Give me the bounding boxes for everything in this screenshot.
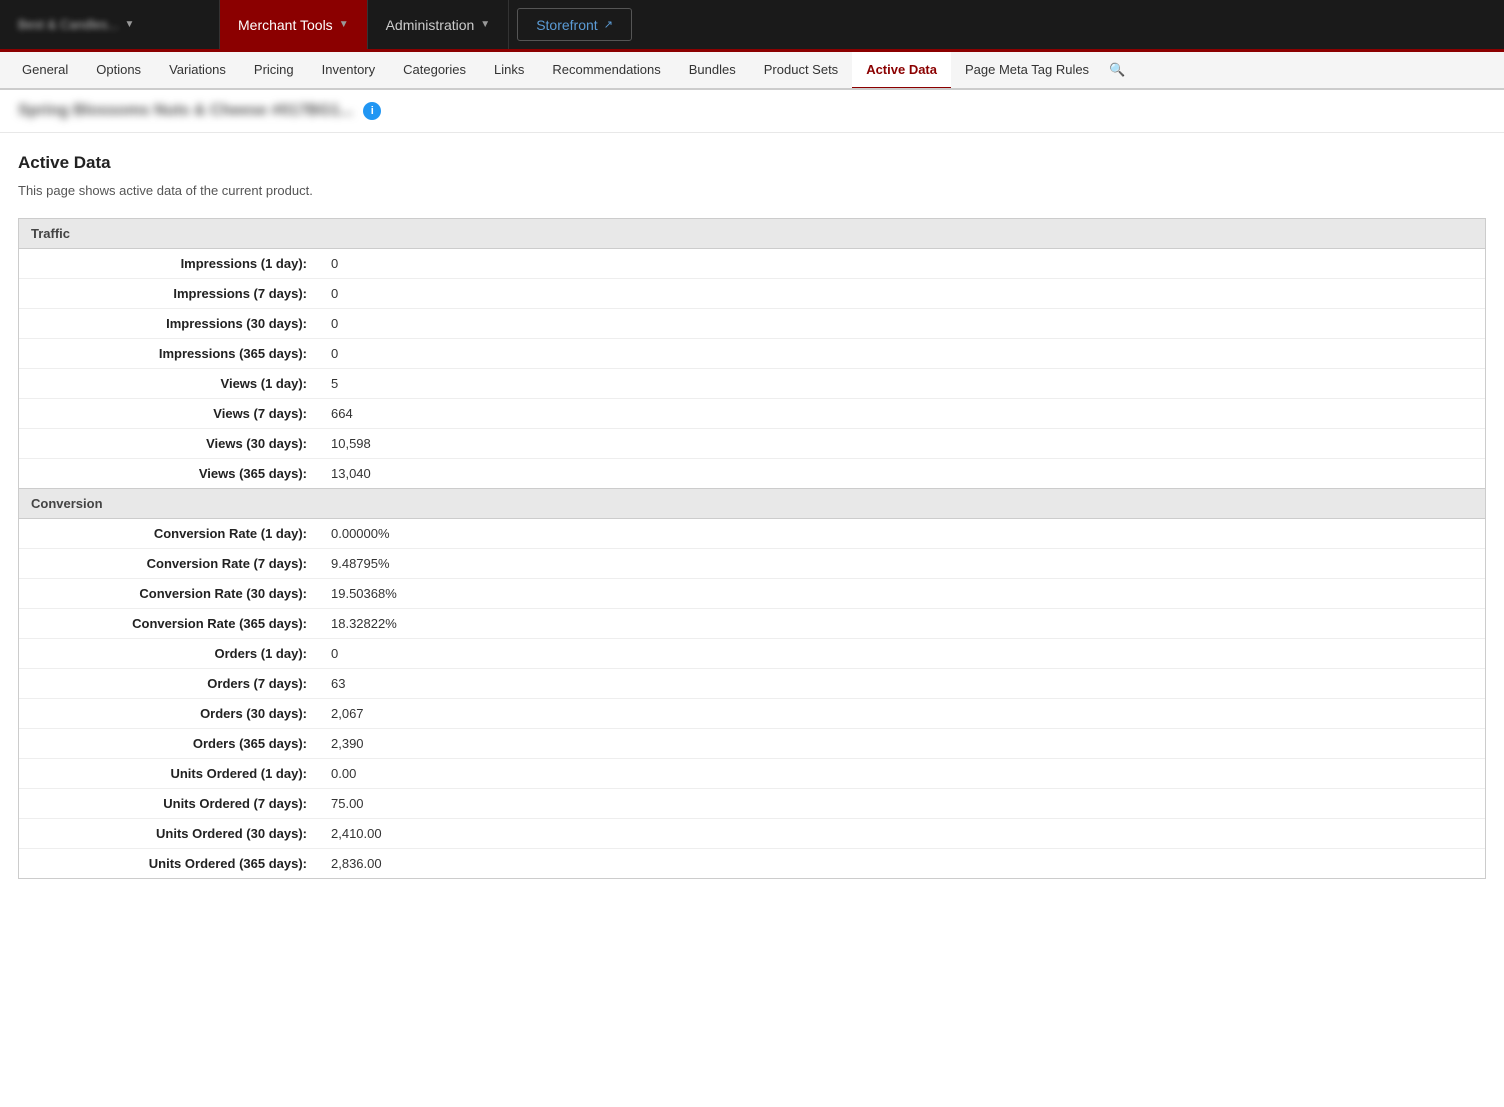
main-content: Active Data This page shows active data … bbox=[0, 133, 1504, 899]
table-row: Views (365 days): 13,040 bbox=[19, 459, 1485, 488]
table-row: Units Ordered (7 days): 75.00 bbox=[19, 789, 1485, 819]
storefront-nav[interactable]: Storefront ↗ bbox=[517, 8, 632, 41]
table-row: Impressions (30 days): 0 bbox=[19, 309, 1485, 339]
table-row: Orders (7 days): 63 bbox=[19, 669, 1485, 699]
conversion-rows: Conversion Rate (1 day): 0.00000% Conver… bbox=[19, 519, 1485, 878]
row-value: 0 bbox=[319, 309, 350, 338]
row-value: 2,390 bbox=[319, 729, 376, 758]
row-label: Orders (365 days): bbox=[19, 729, 319, 758]
row-value: 75.00 bbox=[319, 789, 376, 818]
tab-inventory[interactable]: Inventory bbox=[308, 52, 389, 90]
row-label: Impressions (365 days): bbox=[19, 339, 319, 368]
row-value: 0 bbox=[319, 249, 350, 278]
tab-pricing[interactable]: Pricing bbox=[240, 52, 308, 90]
table-row: Conversion Rate (1 day): 0.00000% bbox=[19, 519, 1485, 549]
site-selector[interactable]: Best & Candles... ▼ bbox=[0, 0, 220, 49]
page-title: Active Data bbox=[18, 153, 1486, 173]
product-title-bar: Spring Blossoms Nuts & Cheese #017BG1...… bbox=[0, 90, 1504, 133]
row-value: 2,067 bbox=[319, 699, 376, 728]
tab-product-sets[interactable]: Product Sets bbox=[750, 52, 852, 90]
table-row: Impressions (365 days): 0 bbox=[19, 339, 1485, 369]
row-label: Units Ordered (365 days): bbox=[19, 849, 319, 878]
row-label: Units Ordered (1 day): bbox=[19, 759, 319, 788]
row-value: 13,040 bbox=[319, 459, 383, 488]
table-row: Conversion Rate (365 days): 18.32822% bbox=[19, 609, 1485, 639]
row-value: 9.48795% bbox=[319, 549, 402, 578]
table-row: Orders (30 days): 2,067 bbox=[19, 699, 1485, 729]
administration-chevron: ▼ bbox=[480, 19, 490, 30]
page-description: This page shows active data of the curre… bbox=[18, 183, 1486, 198]
row-label: Orders (7 days): bbox=[19, 669, 319, 698]
row-value: 0 bbox=[319, 279, 350, 308]
top-navigation: Best & Candles... ▼ Merchant Tools ▼ Adm… bbox=[0, 0, 1504, 52]
administration-label: Administration bbox=[386, 17, 475, 33]
tab-recommendations[interactable]: Recommendations bbox=[538, 52, 674, 90]
row-value: 0.00 bbox=[319, 759, 368, 788]
tab-general[interactable]: General bbox=[8, 52, 82, 90]
table-row: Units Ordered (30 days): 2,410.00 bbox=[19, 819, 1485, 849]
tab-page-meta-tag-rules[interactable]: Page Meta Tag Rules bbox=[951, 52, 1103, 90]
table-row: Units Ordered (1 day): 0.00 bbox=[19, 759, 1485, 789]
administration-nav[interactable]: Administration ▼ bbox=[368, 0, 510, 49]
tab-categories[interactable]: Categories bbox=[389, 52, 480, 90]
row-value: 0.00000% bbox=[319, 519, 402, 548]
table-row: Conversion Rate (30 days): 19.50368% bbox=[19, 579, 1485, 609]
row-label: Impressions (1 day): bbox=[19, 249, 319, 278]
row-value: 664 bbox=[319, 399, 365, 428]
row-label: Views (30 days): bbox=[19, 429, 319, 458]
storefront-label: Storefront bbox=[536, 17, 597, 33]
traffic-rows: Impressions (1 day): 0 Impressions (7 da… bbox=[19, 249, 1485, 488]
table-row: Orders (365 days): 2,390 bbox=[19, 729, 1485, 759]
row-label: Views (1 day): bbox=[19, 369, 319, 398]
merchant-tools-label: Merchant Tools bbox=[238, 17, 333, 33]
traffic-section-header: Traffic bbox=[19, 219, 1485, 249]
row-label: Units Ordered (7 days): bbox=[19, 789, 319, 818]
product-name: Spring Blossoms Nuts & Cheese #017BG1... bbox=[18, 102, 353, 120]
row-label: Conversion Rate (30 days): bbox=[19, 579, 319, 608]
table-row: Views (7 days): 664 bbox=[19, 399, 1485, 429]
row-value: 2,410.00 bbox=[319, 819, 394, 848]
row-value: 2,836.00 bbox=[319, 849, 394, 878]
info-icon[interactable]: i bbox=[363, 102, 381, 120]
table-row: Conversion Rate (7 days): 9.48795% bbox=[19, 549, 1485, 579]
row-value: 18.32822% bbox=[319, 609, 409, 638]
site-selector-label: Best & Candles... bbox=[18, 17, 118, 32]
row-label: Conversion Rate (365 days): bbox=[19, 609, 319, 638]
tab-bundles[interactable]: Bundles bbox=[675, 52, 750, 90]
row-value: 19.50368% bbox=[319, 579, 409, 608]
row-label: Conversion Rate (7 days): bbox=[19, 549, 319, 578]
row-label: Impressions (30 days): bbox=[19, 309, 319, 338]
row-value: 63 bbox=[319, 669, 357, 698]
row-label: Impressions (7 days): bbox=[19, 279, 319, 308]
row-label: Views (7 days): bbox=[19, 399, 319, 428]
table-row: Units Ordered (365 days): 2,836.00 bbox=[19, 849, 1485, 878]
tab-navigation: General Options Variations Pricing Inven… bbox=[0, 52, 1504, 90]
site-selector-chevron: ▼ bbox=[124, 19, 134, 30]
merchant-tools-chevron: ▼ bbox=[339, 19, 349, 30]
row-value: 0 bbox=[319, 339, 350, 368]
table-row: Impressions (7 days): 0 bbox=[19, 279, 1485, 309]
table-row: Impressions (1 day): 0 bbox=[19, 249, 1485, 279]
conversion-section-header: Conversion bbox=[19, 489, 1485, 519]
row-label: Units Ordered (30 days): bbox=[19, 819, 319, 848]
row-value: 5 bbox=[319, 369, 350, 398]
traffic-section: Traffic Impressions (1 day): 0 Impressio… bbox=[18, 218, 1486, 489]
row-label: Orders (30 days): bbox=[19, 699, 319, 728]
tab-options[interactable]: Options bbox=[82, 52, 155, 90]
row-value: 10,598 bbox=[319, 429, 383, 458]
row-label: Conversion Rate (1 day): bbox=[19, 519, 319, 548]
tab-links[interactable]: Links bbox=[480, 52, 538, 90]
merchant-tools-nav[interactable]: Merchant Tools ▼ bbox=[220, 0, 368, 49]
row-value: 0 bbox=[319, 639, 350, 668]
conversion-section: Conversion Conversion Rate (1 day): 0.00… bbox=[18, 489, 1486, 879]
table-row: Views (1 day): 5 bbox=[19, 369, 1485, 399]
table-row: Views (30 days): 10,598 bbox=[19, 429, 1485, 459]
search-tab-icon[interactable]: 🔍 bbox=[1103, 54, 1131, 86]
tab-active-data[interactable]: Active Data bbox=[852, 52, 951, 90]
tab-variations[interactable]: Variations bbox=[155, 52, 240, 90]
table-row: Orders (1 day): 0 bbox=[19, 639, 1485, 669]
row-label: Orders (1 day): bbox=[19, 639, 319, 668]
row-label: Views (365 days): bbox=[19, 459, 319, 488]
external-link-icon: ↗ bbox=[604, 18, 613, 31]
